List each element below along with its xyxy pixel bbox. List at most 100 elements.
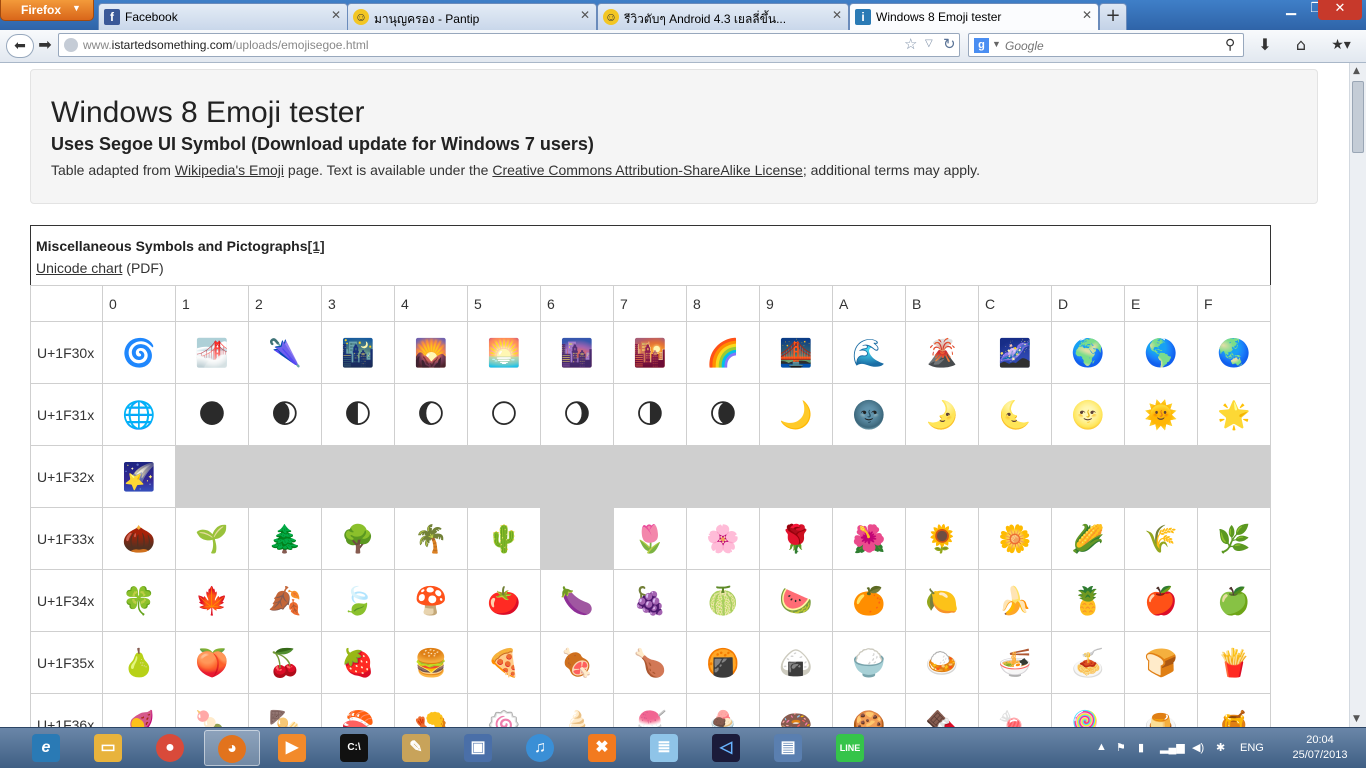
tab-pantip-1[interactable]: ☺ มานุญครอง - Pantip ✕ bbox=[347, 3, 597, 30]
column-header: 4 bbox=[394, 285, 468, 322]
emoji-cell: 🌅 bbox=[467, 321, 541, 384]
emoji-cell: 🍗 bbox=[613, 631, 687, 694]
plus-icon: + bbox=[1105, 5, 1121, 26]
firefox-menu-label: Firefox bbox=[21, 3, 62, 17]
emoji-cell: 🌱 bbox=[175, 507, 249, 570]
search-input[interactable] bbox=[1003, 36, 1217, 56]
close-icon[interactable]: ✕ bbox=[580, 8, 590, 22]
address-bar[interactable]: www.istartedsomething.com/uploads/emojis… bbox=[58, 33, 960, 57]
clock-date: 25/07/2013 bbox=[1292, 749, 1348, 761]
url-text[interactable]: www.istartedsomething.com/uploads/emojis… bbox=[83, 38, 368, 52]
emoji-table: Miscellaneous Symbols and Pictographs[1]… bbox=[30, 225, 1271, 727]
vertical-scrollbar[interactable]: ▲ ▼ bbox=[1349, 63, 1366, 727]
emoji-cell: 🍮 bbox=[1124, 693, 1198, 727]
taskbar-itunes[interactable]: ♫ bbox=[514, 730, 566, 766]
reload-icon[interactable]: ↻ bbox=[943, 35, 956, 53]
unicode-chart-link[interactable]: Unicode chart bbox=[36, 260, 122, 276]
emoji-cell: 🍯 bbox=[1197, 693, 1271, 727]
tab-title: Windows 8 Emoji tester bbox=[876, 10, 1002, 24]
taskbar-virtualbox[interactable]: ▣ bbox=[452, 730, 504, 766]
language-indicator[interactable]: ENG bbox=[1240, 742, 1264, 754]
navigation-toolbar: ⬅ ➡ www.istartedsomething.com/uploads/em… bbox=[0, 30, 1366, 63]
emoji-cell: 🍇 bbox=[613, 569, 687, 632]
attribution-text: Table adapted from Wikipedia's Emoji pag… bbox=[51, 162, 980, 178]
row-label: U+1F36x bbox=[30, 693, 103, 727]
bookmark-star-icon[interactable]: ☆ bbox=[904, 35, 917, 53]
emoji-cell: 🌕 bbox=[467, 383, 541, 446]
emoji-cell: 🍉 bbox=[759, 569, 833, 632]
chevron-down-icon[interactable]: ▼ bbox=[992, 39, 1001, 49]
taskbar-xampp[interactable]: ✖ bbox=[576, 730, 628, 766]
unassigned-cell bbox=[540, 507, 614, 570]
flag-icon[interactable]: ⚑ bbox=[1116, 741, 1126, 754]
emoji-cell: 🍬 bbox=[978, 693, 1052, 727]
back-button[interactable]: ⬅ bbox=[6, 34, 34, 58]
close-window-button[interactable]: ✕ bbox=[1318, 0, 1362, 20]
table-row: U+1F30x 🌀 🌁 🌂 🌃 🌄 🌅 🌆 🌇 🌈 🌉 🌊 🌋 🌌 🌍 🌎 🌏 bbox=[30, 321, 1271, 384]
close-icon[interactable]: ✕ bbox=[832, 8, 842, 22]
sync-icon[interactable]: ✱ bbox=[1216, 741, 1225, 754]
home-button[interactable]: ⌂ bbox=[1290, 34, 1312, 56]
scroll-down-icon[interactable]: ▼ bbox=[1353, 714, 1360, 724]
unassigned-cell bbox=[1124, 445, 1198, 508]
taskbar-notepad[interactable]: ≣ bbox=[638, 730, 690, 766]
forward-button[interactable]: ➡ bbox=[36, 34, 54, 56]
minimize-button[interactable]: ▁ bbox=[1278, 0, 1304, 20]
emoji-cell: 🍈 bbox=[686, 569, 760, 632]
search-icon[interactable]: ⚲ bbox=[1225, 36, 1235, 53]
paint-icon: ✎ bbox=[402, 734, 430, 762]
emoji-cell: 🌌 bbox=[978, 321, 1052, 384]
show-hidden-icons-icon[interactable]: ▲ bbox=[1096, 741, 1107, 753]
tab-facebook[interactable]: f Facebook ✕ bbox=[98, 3, 348, 30]
tab-pantip-2[interactable]: ☺ รีวิวตับๆ Android 4.3 เยลลี่ขึ้น... ✕ bbox=[597, 3, 849, 30]
chart-format-note: (PDF) bbox=[122, 260, 164, 276]
scroll-up-icon[interactable]: ▲ bbox=[1353, 66, 1360, 76]
emoji-cell: 🍧 bbox=[613, 693, 687, 727]
firefox-menu-button[interactable]: Firefox ▼ bbox=[0, 0, 94, 21]
scrollbar-thumb[interactable] bbox=[1352, 81, 1364, 153]
taskbar-explorer[interactable]: ▭ bbox=[82, 730, 134, 766]
google-icon[interactable]: g bbox=[974, 38, 989, 53]
emoji-cell: 🌉 bbox=[759, 321, 833, 384]
cc-license-link[interactable]: Creative Commons Attribution-ShareAlike … bbox=[492, 162, 802, 178]
battery-icon[interactable]: ▮ bbox=[1138, 741, 1144, 754]
emoji-cell: 🌛 bbox=[905, 383, 979, 446]
pantip-icon: ☺ bbox=[603, 9, 619, 25]
tab-emoji-tester[interactable]: i Windows 8 Emoji tester ✕ bbox=[849, 3, 1099, 30]
virtualbox-icon: ▣ bbox=[464, 734, 492, 762]
volume-icon[interactable]: ◀) bbox=[1192, 741, 1204, 754]
taskbar-line[interactable]: LINE bbox=[824, 730, 876, 766]
bookmarks-button[interactable]: ★▾ bbox=[1326, 34, 1356, 56]
taskbar-chrome[interactable]: ● bbox=[144, 730, 196, 766]
downloads-button[interactable]: ⬇ bbox=[1254, 34, 1276, 56]
table-caption-title: Miscellaneous Symbols and Pictographs[1] bbox=[36, 238, 325, 254]
taskbar-media-player[interactable]: ▶ bbox=[266, 730, 318, 766]
unassigned-cell bbox=[467, 445, 541, 508]
taskbar-paint[interactable]: ✎ bbox=[390, 730, 442, 766]
close-icon[interactable]: ✕ bbox=[1082, 8, 1092, 22]
taskbar-visual-studio[interactable]: ◁ bbox=[700, 730, 752, 766]
emoji-cell: 🍊 bbox=[832, 569, 906, 632]
chevron-down-icon[interactable]: ▽ bbox=[925, 38, 933, 49]
wikipedia-emoji-link[interactable]: Wikipedia's Emoji bbox=[175, 162, 284, 178]
emoji-table-wrapper: Miscellaneous Symbols and Pictographs[1]… bbox=[30, 225, 1275, 727]
clock[interactable]: 20:04 25/07/2013 bbox=[1280, 733, 1360, 763]
xampp-icon: ✖ bbox=[588, 734, 616, 762]
chrome-icon: ● bbox=[156, 734, 184, 762]
emoji-cell: 🍅 bbox=[467, 569, 541, 632]
search-bar[interactable]: g ▼ ⚲ bbox=[968, 33, 1244, 57]
row-label: U+1F33x bbox=[30, 507, 103, 570]
line-icon: LINE bbox=[836, 734, 864, 762]
taskbar-remote-desktop[interactable]: ▤ bbox=[762, 730, 814, 766]
close-icon[interactable]: ✕ bbox=[331, 8, 341, 22]
emoji-cell: 🌃 bbox=[321, 321, 395, 384]
reference-link[interactable]: [1] bbox=[308, 238, 325, 254]
network-icon[interactable]: ▂▄▆ bbox=[1160, 741, 1185, 754]
new-tab-button[interactable]: + bbox=[1099, 3, 1127, 30]
taskbar-cmd[interactable]: C:\ bbox=[328, 730, 380, 766]
taskbar-firefox[interactable]: ◕ bbox=[204, 730, 260, 766]
emoji-cell: 🌄 bbox=[394, 321, 468, 384]
unassigned-cell bbox=[613, 445, 687, 508]
taskbar-ie[interactable]: e bbox=[20, 730, 72, 766]
globe-icon bbox=[64, 38, 78, 52]
